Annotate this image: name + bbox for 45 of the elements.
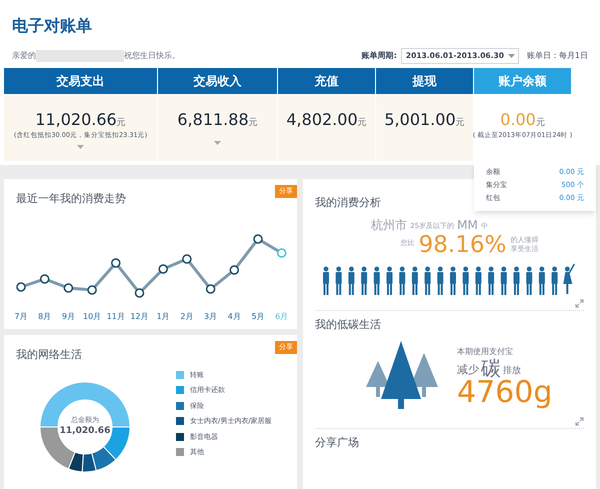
panel-title: 最近一年我的消费走势 [16, 191, 126, 207]
summary-amount: 4,802.00元 [286, 112, 367, 128]
panel-title: 我的消费分析 [315, 195, 381, 211]
summary-tab[interactable]: 交易支出 [4, 68, 157, 94]
donut-total: 11,020.66 [60, 425, 110, 438]
month-label: 5月 [251, 311, 265, 323]
caret-icon[interactable] [214, 141, 221, 145]
expand-icon[interactable] [575, 417, 584, 426]
month-label: 7月 [14, 311, 28, 323]
month-label: 4月 [228, 311, 241, 323]
month-label: 9月 [62, 311, 75, 323]
carbon-text: 碳 [481, 358, 501, 378]
carbon-intro: 本期使用支付宝 [457, 346, 514, 358]
summary-amount: 6,811.88元 [177, 112, 258, 128]
summary-amount: 5,001.00元 [384, 112, 465, 128]
group-text: MM [457, 216, 478, 234]
caret-icon [508, 54, 515, 58]
greeting-text: 祝您生日快乐。 [124, 50, 180, 62]
expand-icon[interactable] [575, 298, 584, 308]
panel-title: 分享广场 [315, 435, 359, 451]
bill-day: 账单日：每月1日 [526, 50, 588, 62]
month-label: 10月 [83, 311, 102, 323]
page-title: 电子对账单 [12, 15, 93, 37]
month-label: 1月 [156, 311, 170, 323]
month-label: 2月 [180, 311, 194, 323]
caret-icon[interactable] [77, 144, 84, 149]
percent-value: 98.16% [418, 234, 506, 256]
reduce-text: 减少 [457, 362, 479, 378]
summary-amount: 11,020.66元 [35, 112, 126, 128]
summary-tab[interactable]: 交易收入 [158, 68, 277, 94]
month-label: 11月 [106, 311, 125, 323]
month-label: 8月 [38, 311, 52, 323]
emission-text: 排放 [503, 364, 521, 378]
panel-title: 我的网络生活 [16, 347, 82, 363]
city-text: 杭州市 [371, 216, 408, 234]
summary-tab[interactable]: 充值 [278, 68, 375, 94]
greeting-text: 亲爱的 [12, 50, 36, 62]
month-label: 6月 [275, 311, 288, 323]
carbon-amount: 4760g [457, 378, 552, 408]
period-label: 账单周期: [362, 50, 397, 62]
month-label: 3月 [204, 311, 218, 323]
month-label: 12月 [130, 311, 149, 323]
summary-tab[interactable]: 提现 [376, 68, 473, 94]
summary-amount: 0.00元 [500, 112, 545, 128]
panel-title: 我的低碳生活 [315, 316, 381, 332]
